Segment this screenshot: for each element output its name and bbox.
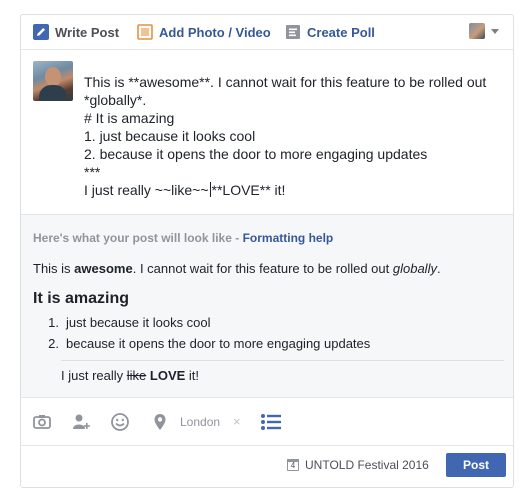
pencil-icon bbox=[33, 24, 49, 40]
composer-line: This is **awesome**. I cannot wait for t… bbox=[84, 74, 487, 90]
composer-footer: 4 UNTOLD Festival 2016 Post bbox=[21, 445, 513, 487]
list-item-text: just because it looks cool bbox=[66, 315, 211, 330]
list-item-text: because it opens the door to more engagi… bbox=[66, 336, 371, 351]
list-icon[interactable] bbox=[260, 412, 281, 432]
preview-paragraph: This is awesome. I cannot wait for this … bbox=[33, 261, 441, 276]
composer-text-before-cursor: I just really ~~like~~ bbox=[84, 182, 209, 198]
preview-bold-text: LOVE bbox=[149, 368, 186, 383]
composer-tabs: Write Post Add Photo / Video Create Poll bbox=[21, 15, 513, 50]
feeling-smiley-icon[interactable] bbox=[110, 412, 130, 432]
preview-bold-text: awesome bbox=[74, 261, 133, 276]
post-button[interactable]: Post bbox=[446, 453, 506, 477]
tab-create-poll[interactable]: Create Poll bbox=[285, 15, 375, 49]
preview-text: . bbox=[436, 261, 441, 276]
list-number: 2. bbox=[48, 336, 59, 351]
location-label: London bbox=[180, 415, 221, 429]
tab-add-photo-video[interactable]: Add Photo / Video bbox=[137, 15, 271, 49]
tab-create-poll-label: Create Poll bbox=[307, 24, 375, 40]
composer-editor[interactable]: This is **awesome**. I cannot wait for t… bbox=[21, 50, 513, 214]
composer-text-after-cursor: **LOVE** it! bbox=[211, 182, 286, 198]
calendar-icon: 4 bbox=[287, 459, 299, 471]
preview-ordered-list: 1. just because it looks cool 2. because i… bbox=[41, 315, 370, 357]
avatar bbox=[33, 61, 73, 101]
composer-line: # It is amazing bbox=[84, 110, 175, 126]
list-number: 1. bbox=[48, 315, 59, 330]
composer-line: 2. because it opens the door to more eng… bbox=[84, 146, 428, 162]
text-cursor bbox=[209, 182, 211, 197]
post-preview: Here's what your post will look like - F… bbox=[21, 214, 513, 398]
poll-icon bbox=[285, 24, 301, 40]
composer-card: Write Post Add Photo / Video Create Poll… bbox=[20, 14, 514, 488]
avatar bbox=[469, 23, 485, 39]
composer-toolbar: London × bbox=[21, 397, 513, 446]
composer-line: *globally*. bbox=[84, 92, 147, 108]
preview-strikethrough-text: like bbox=[126, 368, 147, 383]
event-tag[interactable]: 4 UNTOLD Festival 2016 bbox=[287, 458, 429, 472]
location-pin-icon[interactable] bbox=[150, 412, 170, 432]
preview-header: Here's what your post will look like - F… bbox=[33, 231, 333, 245]
preview-text: This is bbox=[33, 261, 75, 276]
tag-friends-icon[interactable] bbox=[71, 412, 91, 432]
preview-paragraph: I just really like LOVE it! bbox=[61, 368, 199, 383]
photo-icon bbox=[137, 24, 153, 40]
list-item: 1. just because it looks cool bbox=[41, 315, 370, 336]
preview-text: it! bbox=[185, 368, 200, 383]
preview-divider bbox=[61, 360, 504, 361]
composer-line: I just really ~~like~~ **LOVE** it! bbox=[84, 181, 504, 199]
post-as-selector[interactable] bbox=[469, 23, 499, 39]
formatting-help-link[interactable]: Formatting help bbox=[243, 231, 334, 245]
composer-line: 1. just because it looks cool bbox=[84, 128, 256, 144]
preview-italic-text: globally bbox=[392, 261, 437, 276]
composer-line: *** bbox=[84, 164, 101, 180]
preview-text: I just really bbox=[61, 368, 127, 383]
event-label: UNTOLD Festival 2016 bbox=[305, 458, 429, 472]
chevron-down-icon bbox=[491, 28, 499, 34]
tab-write-post[interactable]: Write Post bbox=[33, 15, 119, 49]
preview-heading: It is amazing bbox=[33, 290, 130, 307]
tab-write-post-label: Write Post bbox=[55, 24, 120, 40]
preview-header-label: Here's what your post will look like - bbox=[33, 231, 243, 245]
tab-add-photo-video-label: Add Photo / Video bbox=[159, 24, 271, 40]
list-item: 2. because it opens the door to more enga… bbox=[41, 336, 370, 357]
preview-text: . I cannot wait for this feature to be r… bbox=[132, 261, 393, 276]
composer-textarea[interactable]: This is **awesome**. I cannot wait for t… bbox=[84, 73, 504, 199]
remove-location-button[interactable]: × bbox=[233, 414, 241, 429]
camera-icon[interactable] bbox=[32, 412, 52, 432]
